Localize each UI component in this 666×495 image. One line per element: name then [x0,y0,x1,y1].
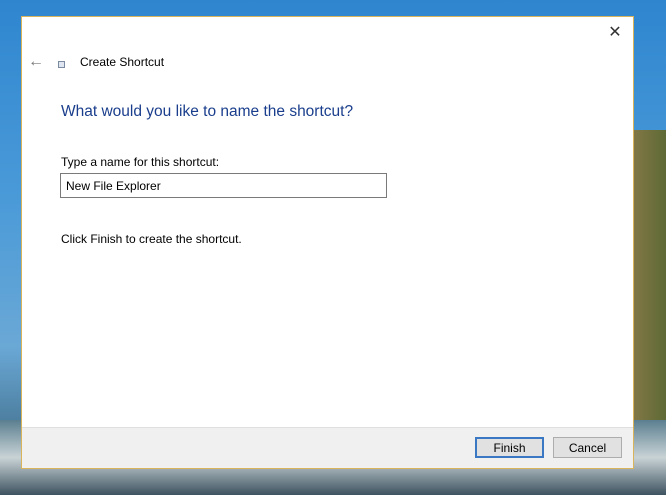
close-button[interactable]: ✕ [605,23,625,43]
dialog-footer: Finish Cancel [22,427,633,468]
page-heading: What would you like to name the shortcut… [61,103,354,120]
shortcut-name-input[interactable] [60,173,387,198]
finish-hint: Click Finish to create the shortcut. [61,232,242,246]
close-icon: ✕ [608,24,622,41]
cancel-button[interactable]: Cancel [553,437,622,458]
finish-button[interactable]: Finish [475,437,544,458]
create-shortcut-dialog: ✕ ← Create Shortcut What would you like … [21,16,634,469]
shortcut-icon [58,61,65,68]
back-button[interactable]: ← [28,53,44,71]
shortcut-name-label: Type a name for this shortcut: [61,155,220,169]
dialog-title: Create Shortcut [80,55,165,69]
back-arrow-icon: ← [28,53,44,70]
